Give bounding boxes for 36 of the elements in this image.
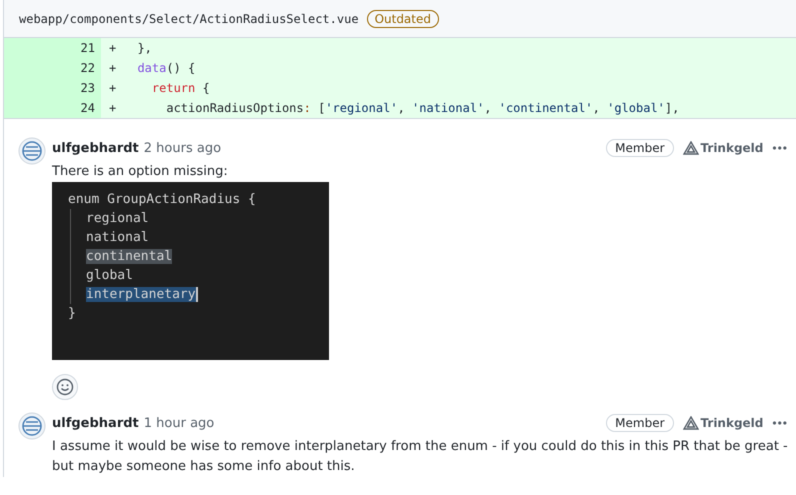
diff-sign: +	[109, 81, 118, 95]
comment-text: I assume it would be wise to remove interplanetary from the enum - if you could do this in this PR that be great - but maybe someone has some info about this.	[52, 438, 788, 476]
avatar-icon[interactable]	[18, 137, 46, 165]
code-line: return {	[150, 81, 210, 95]
code-line: national	[86, 230, 149, 245]
more-options-button[interactable]: •••	[768, 141, 788, 155]
line-number: 21	[4, 38, 101, 58]
code-line: }	[68, 306, 76, 321]
line-number: 23	[4, 78, 101, 98]
file-path[interactable]: webapp/components/Select/ActionRadiusSelect.vue	[19, 12, 359, 26]
code-line: data() {	[136, 61, 196, 75]
more-options-button[interactable]: •••	[768, 416, 788, 430]
diff-sign: +	[109, 101, 118, 115]
add-reaction-button[interactable]	[52, 374, 78, 400]
triangle-icon	[682, 416, 699, 430]
line-number: 24	[4, 98, 101, 118]
comment-time[interactable]: 1 hour ago	[144, 416, 214, 430]
author-name[interactable]: ulfgebhardt	[52, 416, 139, 430]
code-line: global	[86, 268, 133, 283]
author-name[interactable]: ulfgebhardt	[52, 140, 139, 156]
outdated-label: Outdated	[366, 10, 439, 28]
triangle-icon	[682, 141, 699, 155]
member-label: Member	[606, 139, 674, 157]
avatar-icon[interactable]	[18, 412, 46, 440]
code-line: },	[136, 41, 152, 55]
tip-link[interactable]: Trinkgeld	[682, 416, 764, 430]
diff-sign: +	[109, 41, 118, 55]
code-line: actionRadiusOptions: ['regional', 'national', 'continental', 'global'],	[165, 101, 680, 115]
comment-time[interactable]: 2 hours ago	[144, 140, 222, 156]
code-line: enum GroupActionRadius {	[68, 192, 256, 207]
comment-text: There is an option missing:	[52, 163, 229, 181]
tip-link[interactable]: Trinkgeld	[682, 141, 764, 155]
diff-sign: +	[109, 61, 118, 75]
line-number: 22	[4, 58, 101, 78]
code-line: regional	[86, 211, 149, 226]
member-label: Member	[606, 414, 674, 432]
